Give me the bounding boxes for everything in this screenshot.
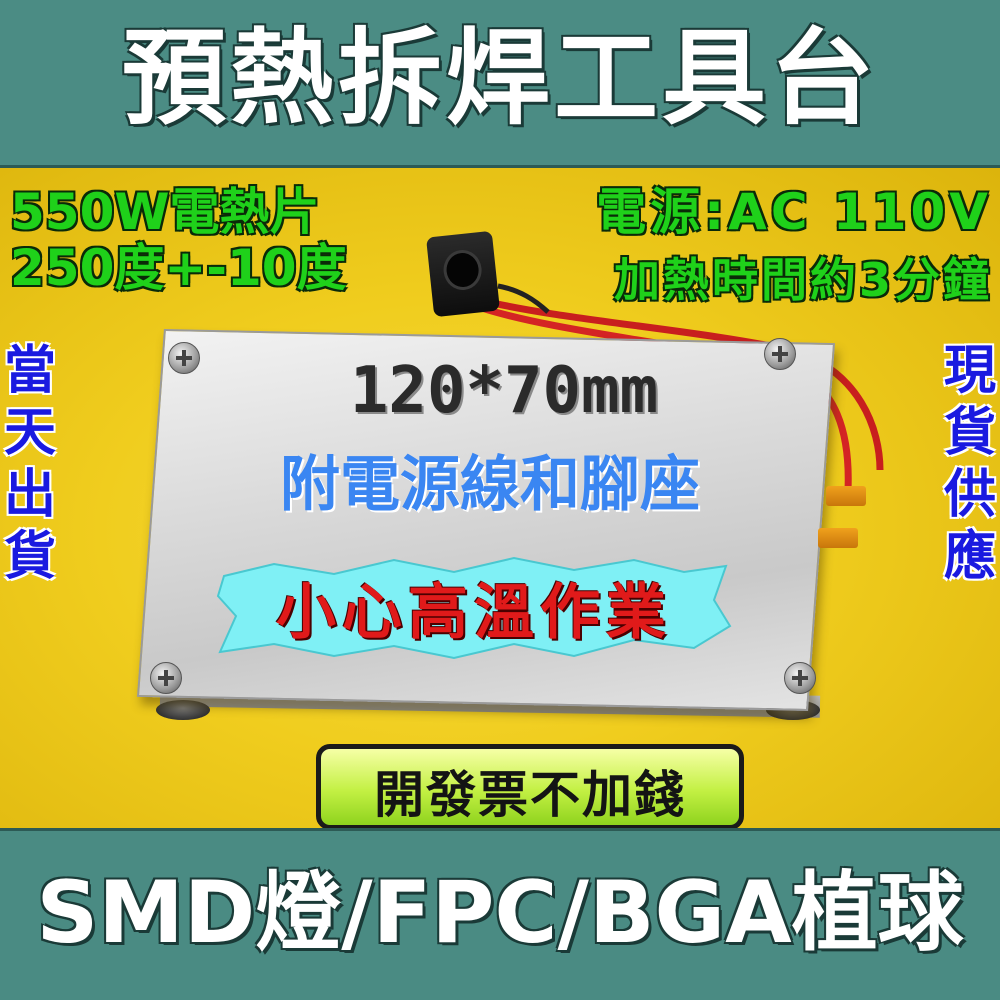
page-title: 預熱拆焊工具台	[121, 17, 878, 139]
spec-heating-time: 加熱時間約3分鐘	[613, 253, 992, 307]
plate-foot	[156, 700, 210, 720]
in-stock-label: 現貨供應	[943, 341, 996, 587]
invoice-badge: 開發票不加錢	[316, 744, 744, 830]
title-banner: 預熱拆焊工具台	[0, 0, 1000, 168]
applications-label: SMD燈/FPC/BGA植球	[36, 863, 964, 963]
accessory-label: 附電源線和腳座	[280, 450, 700, 520]
screw-icon	[150, 662, 182, 694]
terminal-tab	[818, 528, 858, 548]
screw-icon	[764, 338, 796, 370]
spec-voltage: 電源:AC 110V	[596, 183, 992, 241]
dimensions-label: 120*70mm	[349, 354, 659, 428]
warning-badge: 小心高溫作業	[214, 556, 734, 660]
invoice-label: 開發票不加錢	[374, 766, 686, 824]
high-temperature-warning: 小心高溫作業	[276, 578, 672, 648]
product-image: 預熱拆焊工具台 550W電熱片 250度+-10度 電源:AC 110V 加熱時…	[0, 0, 1000, 1000]
screw-icon	[784, 662, 816, 694]
screw-icon	[168, 342, 200, 374]
same-day-shipping-label: 當天出貨	[3, 341, 56, 587]
spec-temperature: 250度+-10度	[10, 239, 347, 297]
terminal-tab	[826, 486, 866, 506]
